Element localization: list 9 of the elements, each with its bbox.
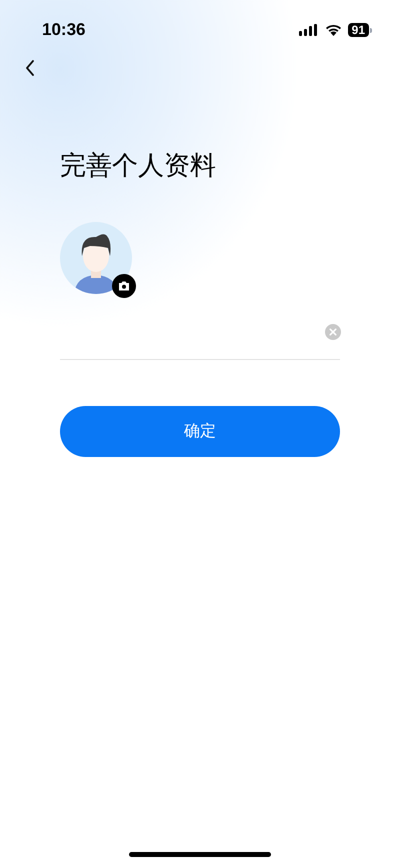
- confirm-button[interactable]: 确定: [60, 406, 340, 457]
- camera-badge[interactable]: [112, 274, 136, 298]
- battery-indicator: 91: [348, 23, 369, 37]
- signal-icon: [298, 24, 319, 36]
- camera-icon: [118, 281, 130, 291]
- page-title: 完善个人资料: [60, 149, 217, 182]
- wifi-icon: [324, 24, 342, 36]
- status-time: 10:36: [42, 19, 86, 42]
- back-chevron-icon: [25, 60, 35, 76]
